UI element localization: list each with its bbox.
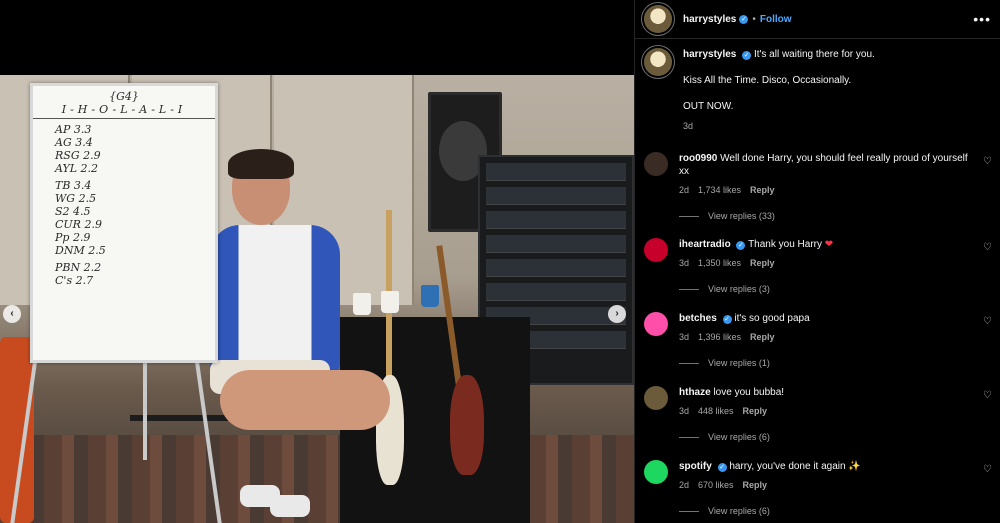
like-heart-icon[interactable]: ♡ xyxy=(983,464,992,475)
comment-likes[interactable]: 1,396 likes xyxy=(698,332,741,342)
post-sidebar: harrystyles ✓ • Follow ••• harrystyles ✓… xyxy=(634,0,1000,523)
caption-username[interactable]: harrystyles xyxy=(683,49,736,60)
commenter-avatar[interactable] xyxy=(644,312,668,336)
comment-text: Thank you Harry xyxy=(748,239,822,250)
comment-username[interactable]: hthaze xyxy=(679,387,711,398)
separator-dot: • xyxy=(752,13,756,25)
reply-button[interactable]: Reply xyxy=(750,332,775,342)
whiteboard-line: AP 3.3 xyxy=(55,123,92,136)
whiteboard-lines: AP 3.3 AG 3.4 RSG 2.9 AYL 2.2 TB 3.4 WG 2.5 S2… xyxy=(33,123,215,287)
like-heart-icon[interactable]: ♡ xyxy=(983,316,992,327)
caption-line: It's all waiting there for you. xyxy=(753,49,875,60)
caption-line: OUT NOW. xyxy=(683,101,734,112)
verified-badge-icon: ✓ xyxy=(736,241,746,250)
commenter-avatar[interactable] xyxy=(644,152,668,176)
view-replies-button[interactable]: View replies (3) xyxy=(679,283,969,296)
caption-line: Kiss All the Time. Disco, Occasionally. xyxy=(683,75,852,86)
whiteboard: {G4} I-H-O-L-A-L-I AP 3.3 AG 3.4 RSG 2.9 AY… xyxy=(30,83,218,363)
comment-item: spotify ✓ harry, you've done it again ✨ 2… xyxy=(635,460,1000,518)
person-seated xyxy=(210,149,410,523)
next-arrow-icon[interactable]: › xyxy=(608,305,626,323)
comment-time[interactable]: 3d xyxy=(679,332,689,342)
whiteboard-line: C's 2.7 xyxy=(55,274,94,287)
comment-text: love you bubba! xyxy=(713,387,785,398)
comment-time[interactable]: 2d xyxy=(679,185,689,195)
comment-time[interactable]: 3d xyxy=(679,258,689,268)
post-media[interactable]: {G4} I-H-O-L-A-L-I AP 3.3 AG 3.4 RSG 2.9 AY… xyxy=(0,0,634,523)
view-replies-button[interactable]: View replies (33) xyxy=(679,210,969,223)
comment-likes[interactable]: 1,734 likes xyxy=(698,185,741,195)
comment-username[interactable]: iheartradio xyxy=(679,239,731,250)
previous-arrow-icon[interactable]: ‹ xyxy=(3,305,21,323)
comment-time[interactable]: 2d xyxy=(679,480,689,490)
comment-emoji: ✨ xyxy=(848,461,861,472)
comment-likes[interactable]: 670 likes xyxy=(698,480,734,490)
whiteboard-line: DNM 2.5 xyxy=(55,244,106,257)
post-photo[interactable]: {G4} I-H-O-L-A-L-I AP 3.3 AG 3.4 RSG 2.9 AY… xyxy=(0,75,634,523)
comment-item: betches ✓ it's so good papa 3d 1,396 likes… xyxy=(635,312,1000,370)
verified-badge-icon: ✓ xyxy=(722,315,732,324)
post-caption: harrystyles ✓ It's all waiting there for… xyxy=(635,39,1000,133)
follow-button[interactable]: Follow xyxy=(760,14,792,25)
comment-item: iheartradio ✓ Thank you Harry ❤ 3d 1,350 l… xyxy=(635,238,1000,296)
comment-username[interactable]: betches xyxy=(679,313,717,324)
verified-badge-icon: ✓ xyxy=(739,14,749,24)
verified-badge-icon: ✓ xyxy=(742,51,752,60)
easel-leg xyxy=(143,360,147,460)
view-replies-button[interactable]: View replies (6) xyxy=(679,431,969,444)
whiteboard-line: S2 4.5 xyxy=(55,205,91,218)
comment-likes[interactable]: 1,350 likes xyxy=(698,258,741,268)
view-replies-button[interactable]: View replies (1) xyxy=(679,357,969,370)
author-avatar[interactable] xyxy=(644,5,672,33)
reply-button[interactable]: Reply xyxy=(750,258,775,268)
commenter-avatar[interactable] xyxy=(644,238,668,262)
commenter-avatar[interactable] xyxy=(644,460,668,484)
view-replies-button[interactable]: View replies (6) xyxy=(679,505,969,518)
author-username[interactable]: harrystyles xyxy=(683,14,736,25)
whiteboard-line: PBN 2.2 xyxy=(55,261,102,274)
reply-button[interactable]: Reply xyxy=(743,480,768,490)
electric-guitar xyxy=(450,375,484,475)
post-time[interactable]: 3d xyxy=(683,120,875,133)
coffee-cup xyxy=(421,285,439,307)
reply-button[interactable]: Reply xyxy=(743,406,768,416)
like-heart-icon[interactable]: ♡ xyxy=(983,390,992,401)
post-header: harrystyles ✓ • Follow ••• xyxy=(635,0,1000,39)
comment-emoji: ❤ xyxy=(824,239,834,250)
comment-likes[interactable]: 448 likes xyxy=(698,406,734,416)
whiteboard-line: WG 2.5 xyxy=(55,192,97,205)
whiteboard-title: I-H-O-L-A-L-I xyxy=(33,103,215,119)
like-heart-icon[interactable]: ♡ xyxy=(983,242,992,253)
commenter-avatar[interactable] xyxy=(644,386,668,410)
whiteboard-line: RSG 2.9 xyxy=(55,149,101,162)
whiteboard-line: AYL 2.2 xyxy=(55,162,99,175)
comment-username[interactable]: spotify xyxy=(679,461,712,472)
reply-button[interactable]: Reply xyxy=(750,185,775,195)
whiteboard-line: Pp 2.9 xyxy=(55,231,91,244)
like-heart-icon[interactable]: ♡ xyxy=(983,156,992,167)
whiteboard-title-top: {G4} xyxy=(109,90,139,103)
whiteboard-line: AG 3.4 xyxy=(55,136,93,149)
whiteboard-line: TB 3.4 xyxy=(55,179,92,192)
verified-badge-icon: ✓ xyxy=(717,463,727,472)
comment-text: Well done Harry, you should feel really … xyxy=(679,153,968,177)
comment-text: harry, you've done it again xyxy=(729,461,846,472)
comment-item: roo0990 Well done Harry, you should feel… xyxy=(635,152,1000,223)
comment-text: it's so good papa xyxy=(734,313,810,324)
comment-item: hthaze love you bubba! 3d 448 likes Reply Vi… xyxy=(635,386,1000,444)
comment-time[interactable]: 3d xyxy=(679,406,689,416)
author-avatar[interactable] xyxy=(644,48,672,76)
comment-username[interactable]: roo0990 xyxy=(679,153,717,164)
more-options-icon[interactable]: ••• xyxy=(973,11,991,27)
whiteboard-line: CUR 2.9 xyxy=(55,218,102,231)
instagram-post-view: {G4} I-H-O-L-A-L-I AP 3.3 AG 3.4 RSG 2.9 AY… xyxy=(0,0,1000,523)
